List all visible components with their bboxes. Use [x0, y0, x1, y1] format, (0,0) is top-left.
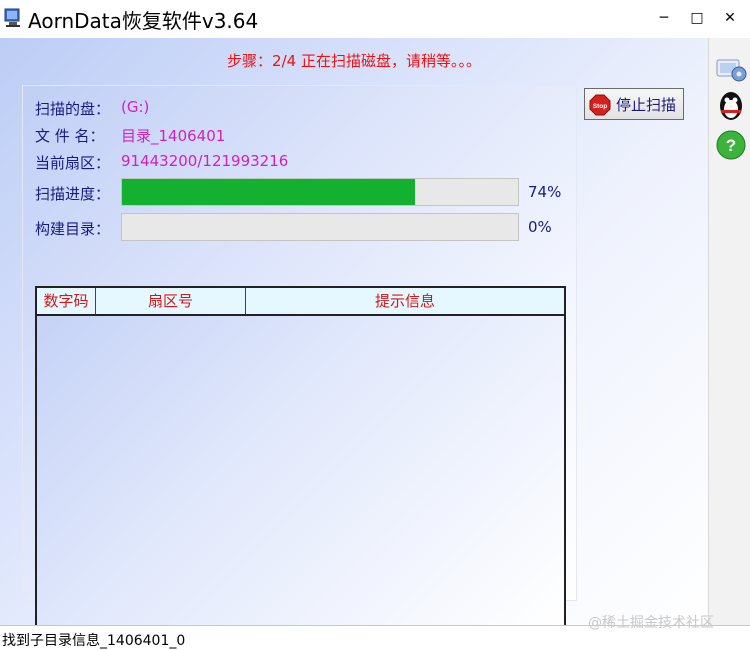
maximize-button[interactable]: □	[683, 6, 711, 30]
help-icon[interactable]: ?	[714, 128, 748, 162]
status-text: 找到子目录信息_1406401_0	[2, 633, 186, 649]
sector-value: 91443200/121993216	[121, 152, 289, 170]
build-dir-progress-bar	[121, 213, 519, 241]
table-header: 数字码 扇区号 提示信息	[37, 288, 564, 316]
scan-progress-label: 扫描进度：	[35, 185, 111, 203]
disk-value: (G:)	[121, 98, 150, 116]
column-header-code[interactable]: 数字码	[37, 288, 96, 314]
window-title: AornData恢复软件v3.64	[28, 9, 259, 33]
scan-progress-fill	[122, 179, 416, 205]
watermark: @稀土掘金技术社区	[588, 615, 714, 631]
sector-label: 当前扇区：	[35, 154, 111, 172]
svg-text:?: ?	[726, 136, 736, 155]
scan-panel: 扫描的盘： (G:) 文 件 名： 目录_1406401 当前扇区： 91443…	[22, 85, 577, 627]
step-text: 步骤：2/4 正在扫描磁盘，请稍等。。。	[227, 52, 481, 70]
stop-scan-button[interactable]: Stop 停止扫描	[584, 88, 684, 120]
side-toolbar: ?	[708, 38, 750, 625]
title-bar: AornData恢复软件v3.64 ─ □ ✕	[0, 0, 750, 38]
settings-icon[interactable]	[714, 50, 748, 84]
qq-penguin-icon[interactable]	[714, 88, 748, 122]
file-name-value: 目录_1406401	[121, 127, 226, 145]
column-header-info[interactable]: 提示信息	[246, 288, 564, 314]
app-icon	[4, 8, 20, 27]
scan-progress-percent: 74%	[528, 183, 562, 201]
client-area: 步骤：2/4 正在扫描磁盘，请稍等。。。 扫描的盘： (G:) 文 件 名： 目…	[0, 38, 708, 627]
stop-icon-text: Stop	[593, 103, 607, 110]
stop-scan-label: 停止扫描	[616, 96, 677, 114]
results-table[interactable]: 数字码 扇区号 提示信息	[35, 286, 566, 627]
build-dir-label: 构建目录：	[35, 220, 111, 238]
scan-progress-bar	[121, 178, 519, 206]
stop-icon: Stop	[589, 94, 611, 116]
close-button[interactable]: ✕	[716, 6, 744, 30]
minimize-button[interactable]: ─	[650, 6, 678, 30]
disk-label: 扫描的盘：	[35, 100, 111, 118]
column-header-sector[interactable]: 扇区号	[96, 288, 246, 314]
file-name-label: 文 件 名：	[35, 127, 105, 145]
build-dir-percent: 0%	[528, 218, 552, 236]
